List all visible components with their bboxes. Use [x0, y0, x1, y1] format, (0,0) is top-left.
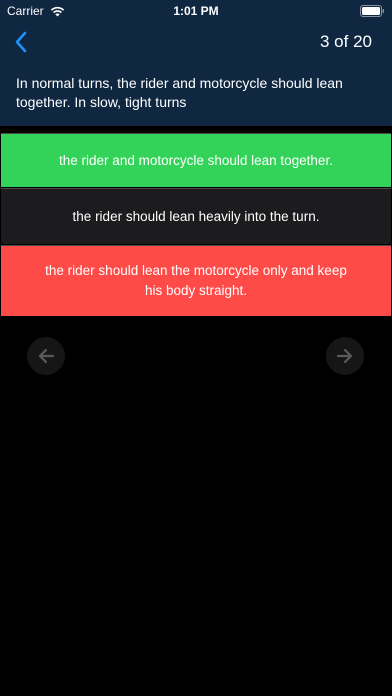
- back-button[interactable]: [8, 28, 32, 56]
- next-button[interactable]: [326, 337, 364, 375]
- question-text: In normal turns, the rider and motorcycl…: [16, 75, 343, 110]
- chevron-left-icon: [15, 31, 26, 53]
- answer-option-correct[interactable]: the rider and motorcycle should lean tog…: [1, 133, 391, 187]
- battery-icon: [360, 5, 384, 17]
- status-bar: Carrier 1:01 PM: [0, 0, 392, 22]
- header: Carrier 1:01 PM 3 of 20 In normal turns,…: [0, 0, 392, 126]
- answer-label: the rider and motorcycle should lean tog…: [59, 152, 333, 168]
- answer-option[interactable]: the rider should lean heavily into the t…: [1, 188, 391, 244]
- nav-bar: 3 of 20: [0, 22, 392, 66]
- question-counter: 3 of 20: [320, 32, 372, 51]
- answer-option-incorrect[interactable]: the rider should lean the motorcycle onl…: [1, 245, 391, 316]
- previous-button[interactable]: [27, 337, 65, 375]
- arrow-right-icon: [336, 348, 353, 364]
- clock: 1:01 PM: [173, 4, 219, 18]
- arrow-left-icon: [38, 348, 55, 364]
- answer-label: the rider should lean heavily into the t…: [72, 208, 320, 224]
- answer-label: the rider should lean the motorcycle onl…: [45, 263, 347, 298]
